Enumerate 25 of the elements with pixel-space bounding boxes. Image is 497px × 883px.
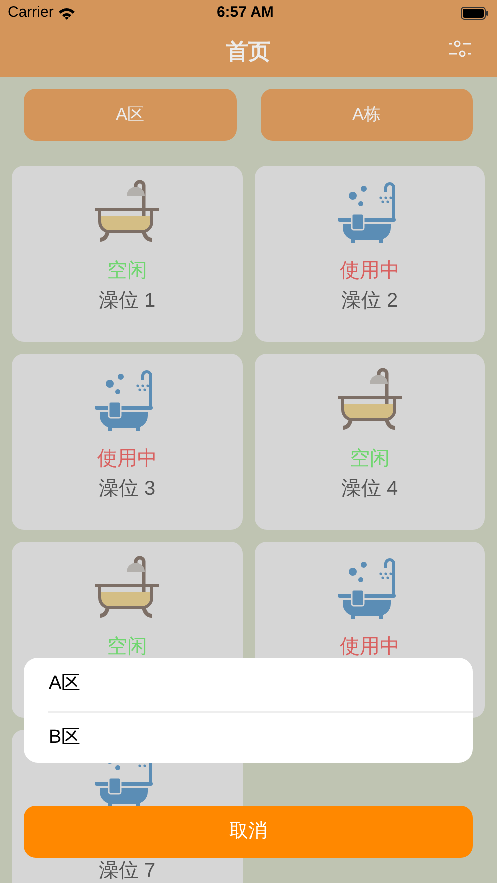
stall-name: 澡位 3: [98, 477, 156, 502]
clock-time: 6:57 AM: [216, 2, 275, 23]
stall-status: 使用中: [340, 635, 400, 660]
bathtub-icon: [94, 556, 160, 620]
stall-name: 澡位 1: [98, 289, 156, 314]
stall-name: 澡位 4: [341, 477, 398, 502]
stall-status: 使用中: [97, 447, 158, 472]
action-sheet-option[interactable]: B区: [48, 711, 473, 763]
stall-status: 空闲: [350, 447, 390, 472]
stall-name: 澡位 7: [98, 859, 156, 883]
stall-status: 空闲: [107, 259, 148, 284]
bathtub-icon: [336, 368, 403, 432]
bath-stall-card[interactable]: 使用中 澡位 3: [12, 354, 242, 530]
battery-icon: [461, 6, 489, 20]
bath-stall-card[interactable]: 使用中 澡位 2: [254, 166, 485, 342]
stall-name: 澡位 2: [341, 289, 398, 314]
bath-stall-card[interactable]: 空闲 澡位 4: [254, 354, 485, 530]
stall-status: 使用中: [340, 259, 400, 284]
bath-stall-card[interactable]: 空闲 澡位 1: [12, 166, 242, 342]
stall-status: 空闲: [107, 635, 148, 660]
carrier-label: Carrier: [8, 2, 54, 23]
wifi-icon: [58, 6, 76, 20]
bathtub-icon: [94, 180, 160, 244]
filter-settings-icon[interactable]: [448, 39, 472, 59]
page-title: 首页: [226, 38, 270, 66]
